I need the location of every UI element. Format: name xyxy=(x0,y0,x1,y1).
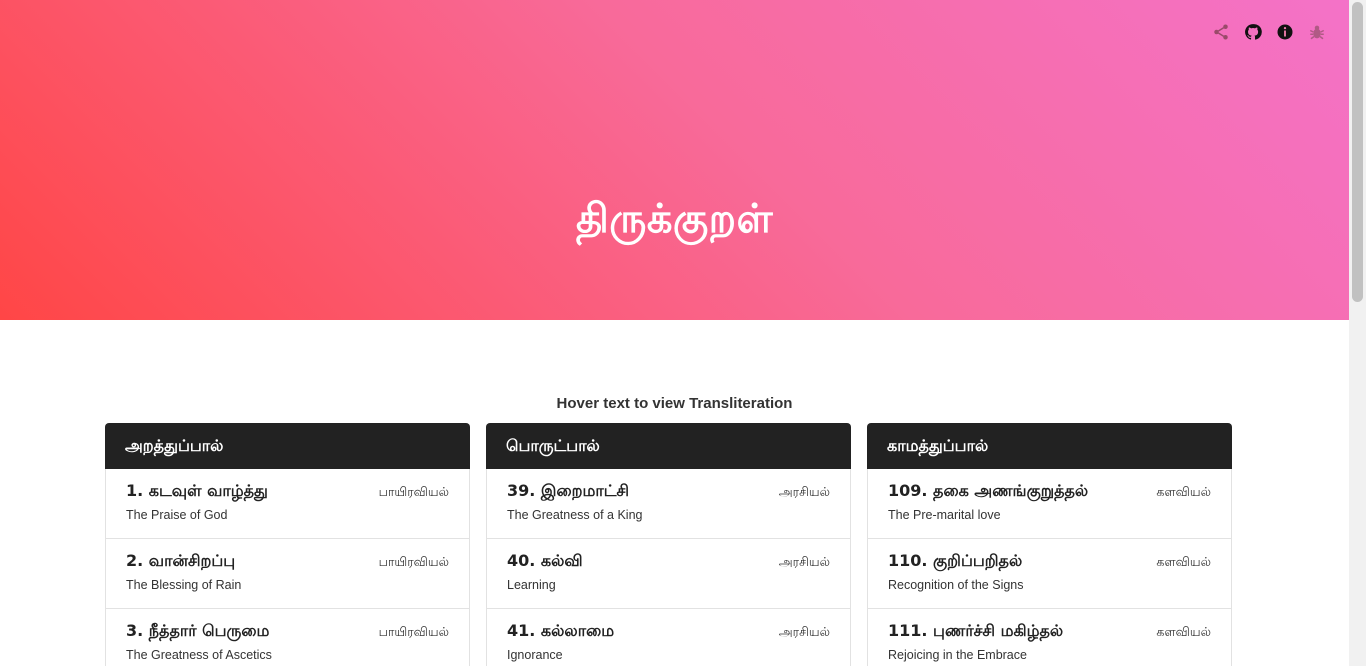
section-title: பொருட்பால் xyxy=(486,423,851,469)
chapter-tag: அரசியல் xyxy=(778,624,830,639)
chapter-tag: களவியல் xyxy=(1156,484,1211,499)
chapter-tag: பாயிரவியல் xyxy=(378,554,449,569)
chapter-subtitle: The Greatness of Ascetics xyxy=(126,648,272,662)
share-icon[interactable] xyxy=(1211,22,1231,42)
chapter-subtitle: Ignorance xyxy=(507,648,563,662)
chapter-tag: அரசியல் xyxy=(778,484,830,499)
chapter-subtitle: The Praise of God xyxy=(126,508,228,522)
chapter-tag: பாயிரவியல் xyxy=(378,624,449,639)
page-scrollbar[interactable] xyxy=(1349,0,1366,666)
chapter-tag: களவியல் xyxy=(1156,624,1211,639)
page-title: திருக்குறள் xyxy=(575,196,774,242)
chapter-subtitle: Rejoicing in the Embrace xyxy=(888,648,1027,662)
info-icon[interactable] xyxy=(1275,22,1295,42)
page: திருக்குறள் Hover text to view Translite… xyxy=(0,0,1349,666)
chapter-item[interactable]: 2. வான்சிறப்பு The Blessing of Rain பாயி… xyxy=(105,539,470,609)
chapter-tag: களவியல் xyxy=(1156,554,1211,569)
section-aram: அறத்துப்பால் 1. கடவுள் வாழ்த்து The Prai… xyxy=(105,423,470,666)
chapter-item[interactable]: 3. நீத்தார் பெருமை The Greatness of Asce… xyxy=(105,609,470,666)
scrollbar-thumb[interactable] xyxy=(1352,2,1363,302)
chapter-item[interactable]: 110. குறிப்பறிதல் Recognition of the Sig… xyxy=(867,539,1232,609)
top-icon-bar xyxy=(1211,22,1327,42)
github-icon[interactable] xyxy=(1243,22,1263,42)
hero-banner: திருக்குறள் xyxy=(0,0,1349,320)
chapter-tag: பாயிரவியல் xyxy=(378,484,449,499)
section-kamam: காமத்துப்பால் 109. தகை அணங்குறுத்தல் The… xyxy=(867,423,1232,666)
chapter-subtitle: Recognition of the Signs xyxy=(888,578,1024,592)
bug-icon[interactable] xyxy=(1307,22,1327,42)
chapter-item[interactable]: 40. கல்வி Learning அரசியல் xyxy=(486,539,851,609)
chapter-item[interactable]: 1. கடவுள் வாழ்த்து The Praise of God பாய… xyxy=(105,469,470,539)
chapter-subtitle: The Pre-marital love xyxy=(888,508,1001,522)
chapter-tag: அரசியல் xyxy=(778,554,830,569)
chapter-subtitle: The Blessing of Rain xyxy=(126,578,242,592)
sections: அறத்துப்பால் 1. கடவுள் வாழ்த்து The Prai… xyxy=(105,423,1232,666)
chapter-item[interactable]: 111. புணர்ச்சி மகிழ்தல் Rejoicing in the… xyxy=(867,609,1232,666)
chapter-subtitle: Learning xyxy=(507,578,556,592)
section-porul: பொருட்பால் 39. இறைமாட்சி The Greatness o… xyxy=(486,423,851,666)
chapter-subtitle: The Greatness of a King xyxy=(507,508,643,522)
chapter-item[interactable]: 39. இறைமாட்சி The Greatness of a King அர… xyxy=(486,469,851,539)
chapter-item[interactable]: 109. தகை அணங்குறுத்தல் The Pre-marital l… xyxy=(867,469,1232,539)
chapter-item[interactable]: 41. கல்லாமை Ignorance அரசியல் xyxy=(486,609,851,666)
section-title: காமத்துப்பால் xyxy=(867,423,1232,469)
transliteration-hint: Hover text to view Transliteration xyxy=(556,395,793,412)
section-title: அறத்துப்பால் xyxy=(105,423,470,469)
